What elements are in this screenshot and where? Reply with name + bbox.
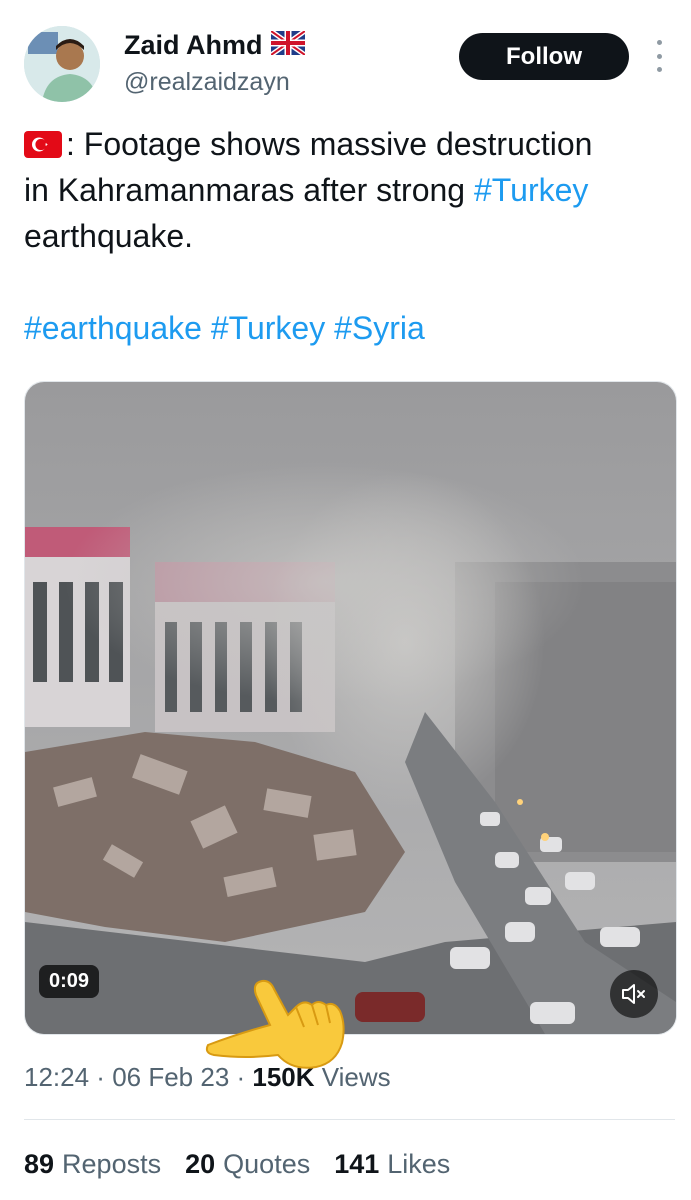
uk-flag-icon (269, 28, 306, 60)
tweet-text: : Footage shows massive destruction in K… (24, 121, 674, 351)
meta-separator: · (89, 1062, 113, 1092)
quotes-count: 20 (185, 1149, 216, 1179)
follow-button[interactable]: Follow (459, 33, 629, 80)
tweet-header: Zaid Ahmd @realzaidzayn Follow (0, 0, 691, 110)
quotes-stat[interactable]: 20 Quotes (185, 1149, 310, 1180)
reposts-label: Reposts (62, 1149, 162, 1179)
likes-stat[interactable]: 141 Likes (334, 1149, 450, 1180)
tweet-time[interactable]: 12:24 (24, 1062, 89, 1092)
avatar[interactable] (24, 26, 100, 102)
tweet-line-2: in Kahramanmaras after strong (24, 172, 474, 208)
mute-icon[interactable] (610, 970, 658, 1018)
hashtag-turkey-inline[interactable]: #Turkey (474, 172, 588, 208)
likes-count: 141 (334, 1149, 380, 1179)
quotes-label: Quotes (223, 1149, 311, 1179)
more-options-icon[interactable] (651, 40, 667, 72)
turkey-flag-icon (24, 131, 62, 158)
author-handle[interactable]: @realzaidzayn (124, 68, 290, 97)
likes-label: Likes (387, 1149, 451, 1179)
video-player[interactable]: 0:09 (24, 381, 677, 1035)
pointing-hand-icon (200, 955, 350, 1075)
video-frame (25, 382, 676, 1034)
tweet-line-1: : Footage shows massive destruction (66, 126, 593, 162)
reposts-count: 89 (24, 1149, 55, 1179)
author-name[interactable]: Zaid Ahmd (124, 30, 263, 61)
hashtag-turkey[interactable]: #Turkey (211, 310, 325, 346)
reposts-stat[interactable]: 89 Reposts (24, 1149, 161, 1180)
divider (24, 1119, 675, 1120)
tweet-line-3: earthquake. (24, 218, 194, 254)
video-timer: 0:09 (39, 965, 100, 998)
hashtag-syria[interactable]: #Syria (334, 310, 425, 346)
tweet-stats: 89 Reposts 20 Quotes 141 Likes (24, 1149, 450, 1180)
hashtag-earthquake[interactable]: #earthquake (24, 310, 202, 346)
